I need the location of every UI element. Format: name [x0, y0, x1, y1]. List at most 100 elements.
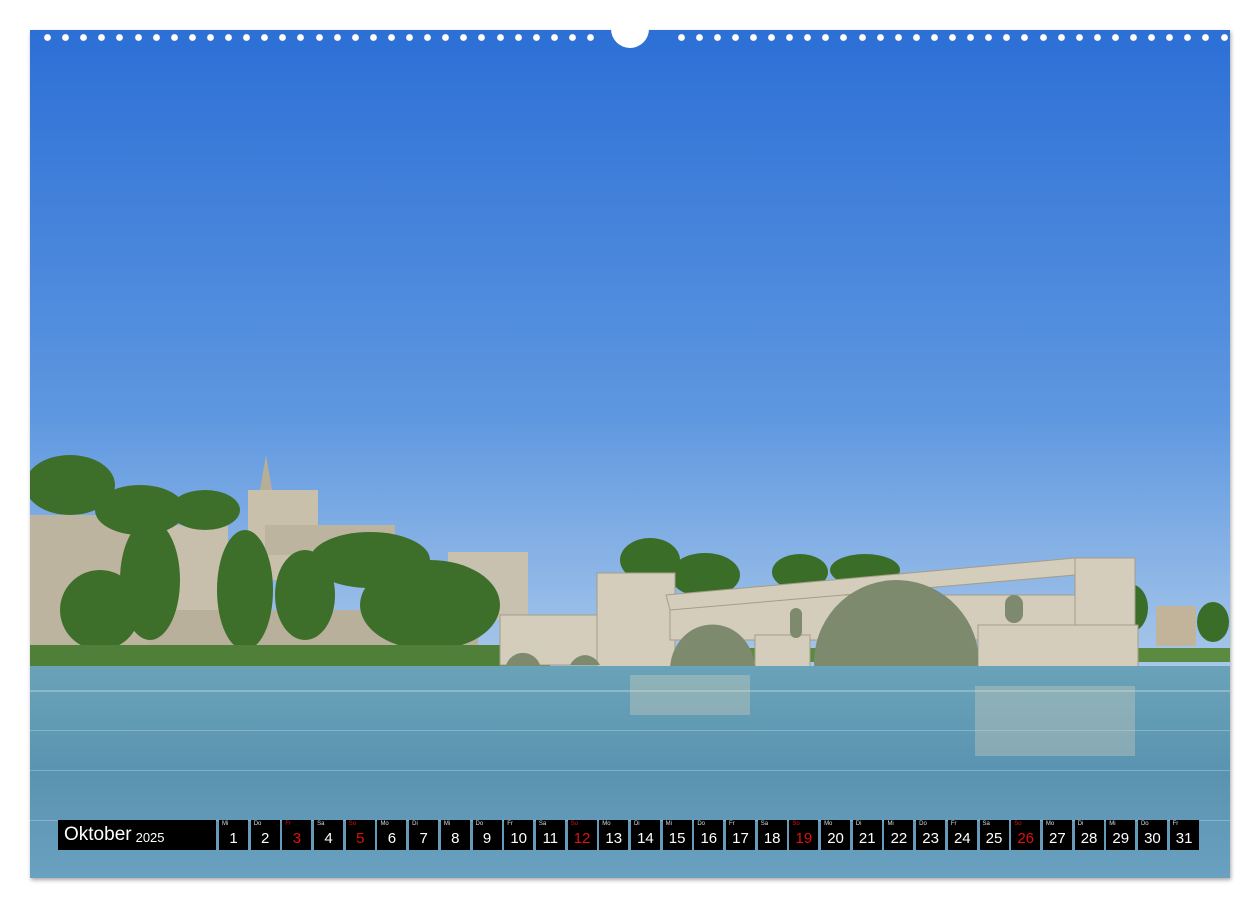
day-number: 18	[763, 830, 781, 847]
binding-hole	[532, 34, 540, 41]
binding-hole	[333, 34, 341, 41]
day-cell: Sa 4	[314, 820, 344, 850]
binding-hole	[858, 34, 866, 41]
day-weekday: Mi	[1109, 821, 1116, 827]
day-weekday: Sa	[760, 821, 769, 827]
day-cell: Mo 20	[821, 820, 851, 850]
day-weekday: Sa	[317, 821, 325, 827]
binding-hole	[297, 34, 305, 41]
binding-hole	[369, 34, 377, 41]
day-cell: Fr 17	[726, 820, 755, 850]
binding-hole	[731, 34, 739, 41]
day-number: 6	[387, 830, 397, 847]
day-weekday: Di	[633, 821, 640, 827]
day-weekday: Di	[412, 821, 418, 827]
day-number: 4	[324, 830, 333, 847]
day-number: 2	[261, 830, 270, 847]
binding-hole	[840, 34, 848, 41]
day-cell: Mi 15	[662, 820, 692, 850]
binding-hole	[749, 34, 757, 41]
binding-hole	[1021, 34, 1029, 41]
binding-hole	[170, 34, 178, 41]
day-cell: Mo 27	[1042, 820, 1072, 850]
month-label: Oktober 2025	[58, 820, 216, 850]
binding-hole	[930, 34, 938, 41]
binding-hole	[876, 34, 884, 41]
binding-hole	[912, 34, 920, 41]
day-number: 14	[637, 830, 654, 847]
binding-hole	[1039, 34, 1047, 41]
day-number: 11	[542, 830, 559, 847]
day-weekday: Do	[475, 821, 484, 827]
binding-hole	[550, 34, 558, 41]
binding-hole	[985, 34, 993, 41]
day-weekday: Mi	[665, 821, 672, 827]
binding-hole	[804, 34, 812, 41]
day-weekday: Di	[1077, 821, 1084, 827]
day-number: 5	[356, 830, 365, 847]
binding-hole	[1111, 34, 1119, 41]
day-cell: Do 23	[916, 820, 946, 850]
binding-hole	[1057, 34, 1065, 41]
day-cell: Sa 25	[979, 820, 1009, 850]
day-cell: Do 30	[1137, 820, 1167, 850]
binding-hole	[1148, 34, 1156, 41]
day-number: 7	[419, 830, 428, 847]
binding-hole	[514, 34, 522, 41]
day-weekday: Mo	[602, 821, 611, 827]
day-cell: Di 21	[852, 820, 882, 850]
calendar-page	[30, 30, 1230, 878]
binding-hole	[568, 34, 576, 41]
day-weekday: Fr	[950, 821, 957, 827]
day-number: 17	[732, 830, 749, 847]
day-number: 28	[1080, 830, 1098, 847]
binding-hole	[424, 34, 432, 41]
day-cell: So 5	[345, 820, 375, 850]
day-cell: Mi 29	[1106, 820, 1136, 850]
calendar-strip: Oktober 2025 Mi 1 Do 2 Fr 3 Sa 4 So 5 Mo 6 Di 7 Mi 8 Do 9…	[58, 820, 1201, 850]
day-cell: Fr 24	[947, 820, 977, 850]
day-cell: So 12	[567, 820, 597, 850]
binding-hole	[315, 34, 323, 41]
binding-hole	[62, 34, 70, 41]
binding-hole	[351, 34, 359, 41]
binding-hole	[713, 34, 721, 41]
day-number: 24	[953, 830, 971, 847]
binding-hole	[786, 34, 794, 41]
grass-bank	[30, 645, 550, 667]
binding-hole	[967, 34, 975, 41]
day-number: 19	[795, 830, 813, 847]
day-number: 29	[1112, 830, 1130, 847]
binding-hole	[116, 34, 124, 41]
binding-hole	[279, 34, 287, 41]
binding-hole	[1166, 34, 1174, 41]
day-number: 13	[605, 830, 623, 847]
binding-hole	[496, 34, 504, 41]
day-number: 25	[985, 830, 1003, 847]
day-cell: Sa 18	[757, 820, 787, 850]
day-weekday: Mi	[887, 821, 894, 827]
month-year: 2025	[135, 829, 165, 845]
binding-hole	[1093, 34, 1101, 41]
day-number: 26	[1017, 830, 1035, 847]
binding-hole	[44, 34, 51, 41]
month-name: Oktober	[64, 824, 132, 845]
day-weekday: So	[348, 821, 357, 827]
day-cell: Di 28	[1074, 820, 1104, 850]
day-weekday: Di	[855, 821, 862, 827]
day-weekday: Sa	[982, 821, 990, 827]
day-cell: Do 16	[694, 820, 724, 850]
day-cell: Mi 8	[440, 820, 470, 850]
binding-hole	[225, 34, 232, 41]
day-cell: Sa 11	[535, 820, 565, 850]
day-weekday: Fr	[507, 821, 513, 827]
day-number: 31	[1175, 830, 1193, 847]
day-number: 1	[229, 830, 238, 847]
day-number: 30	[1144, 830, 1161, 847]
binding-hole	[677, 34, 685, 41]
day-cell: So 26	[1011, 820, 1041, 850]
day-cell: Mo 13	[599, 820, 629, 850]
day-cell: Di 14	[630, 820, 660, 850]
binding-hole	[98, 34, 106, 41]
binding-hole	[822, 34, 830, 41]
